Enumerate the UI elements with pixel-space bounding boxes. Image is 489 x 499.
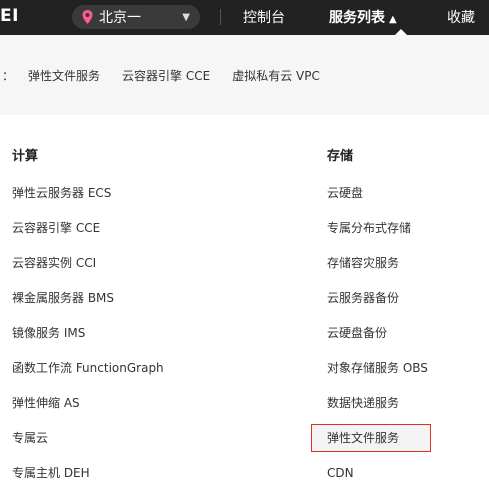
service-link-dedicated-cloud[interactable]: 专属云 [12, 429, 164, 464]
service-list-label: 服务列表 [329, 10, 385, 26]
service-link-cdn[interactable]: CDN [327, 464, 428, 499]
top-nav-bar: EI 北京一 ▼ 控制台 服务列表 ▲ 收藏 [0, 0, 489, 36]
service-list-menu[interactable]: 服务列表 ▲ [329, 7, 397, 27]
nav-divider [220, 9, 221, 25]
service-link-cce[interactable]: 云容器引擎 CCE [12, 219, 164, 254]
recent-item-vpc[interactable]: 虚拟私有云 VPC [232, 67, 320, 84]
console-link[interactable]: 控制台 [243, 7, 285, 27]
compute-service-list: 弹性云服务器 ECS 云容器引擎 CCE 云容器实例 CCI 裸金属服务器 BM… [12, 184, 164, 499]
compute-heading: 计算 [12, 149, 39, 164]
service-link-deh[interactable]: 专属主机 DEH [12, 464, 164, 499]
service-link-dss[interactable]: 专属分布式存储 [327, 219, 428, 254]
compute-column: 计算 弹性云服务器 ECS 云容器引擎 CCE 云容器实例 CCI 裸金属服务器… [12, 148, 164, 499]
region-label: 北京一 [99, 10, 141, 26]
recent-item-cce[interactable]: 云容器引擎 CCE [122, 67, 210, 84]
service-link-cci[interactable]: 云容器实例 CCI [12, 254, 164, 289]
recent-services-list: ： 弹性文件服务 云容器引擎 CCE 虚拟私有云 VPC [0, 67, 342, 84]
recent-item-sfs[interactable]: 弹性文件服务 [28, 67, 100, 84]
recent-label-colon: ： [2, 69, 15, 83]
service-link-obs[interactable]: 对象存储服务 OBS [327, 359, 428, 394]
service-link-evs[interactable]: 云硬盘 [327, 184, 428, 219]
chevron-up-icon: ▲ [389, 14, 397, 25]
service-link-bms[interactable]: 裸金属服务器 BMS [12, 289, 164, 324]
favorites-link[interactable]: 收藏 [447, 7, 475, 27]
service-link-ecs[interactable]: 弹性云服务器 ECS [12, 184, 164, 219]
chevron-down-icon: ▼ [182, 11, 190, 23]
region-selector[interactable]: 北京一 ▼ [72, 5, 200, 29]
recent-services-bar: ： 弹性文件服务 云容器引擎 CCE 虚拟私有云 VPC [0, 35, 489, 115]
brand-logo-text: EI [0, 6, 19, 26]
location-pin-icon [82, 10, 93, 24]
selection-highlight-box [311, 424, 431, 452]
service-link-as[interactable]: 弹性伸缩 AS [12, 394, 164, 429]
service-link-csbs[interactable]: 云服务器备份 [327, 289, 428, 324]
service-link-sdrs[interactable]: 存储容灾服务 [327, 254, 428, 289]
storage-heading: 存储 [327, 149, 354, 164]
service-link-ims[interactable]: 镜像服务 IMS [12, 324, 164, 359]
service-link-functiongraph[interactable]: 函数工作流 FunctionGraph [12, 359, 164, 394]
service-link-vbs[interactable]: 云硬盘备份 [327, 324, 428, 359]
